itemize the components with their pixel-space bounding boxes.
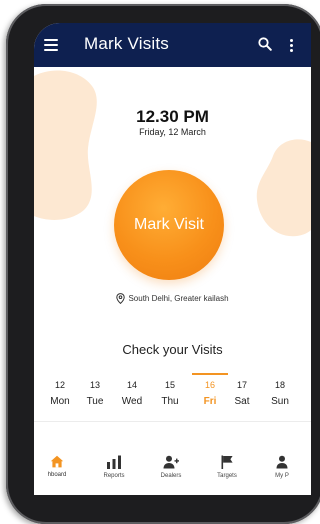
day-name: Thu	[161, 396, 179, 407]
day-selector: 12 Mon 13 Tue 14 Wed 15 Thu 16 Fri 17 Sa…	[34, 373, 311, 414]
day-name: Sat	[234, 396, 250, 407]
visits-section-title: Check your Visits	[122, 342, 223, 357]
nav-label: Dealers	[160, 473, 182, 479]
nav-item-reports[interactable]: Reports	[89, 455, 139, 479]
day-name: Fri	[203, 396, 217, 407]
decorative-blob-right	[256, 139, 311, 237]
bottom-navigation: hboard Reports Dealers Targets My P	[34, 423, 311, 495]
day-number: 12	[54, 380, 65, 390]
day-fri[interactable]: 16 Fri	[192, 373, 228, 407]
day-sun[interactable]: 18 Sun	[264, 378, 296, 407]
day-name: Mon	[50, 396, 70, 407]
home-icon	[50, 455, 64, 468]
nav-item-targets[interactable]: Targets	[202, 455, 252, 479]
more-options-icon[interactable]	[290, 39, 293, 54]
decorative-blob-left	[34, 70, 97, 220]
nav-item-my-profile[interactable]: My P	[257, 455, 307, 479]
app-screen: Mark Visits 12.30 PM Friday, 12 March Ma…	[34, 23, 311, 495]
location-pin-icon	[116, 293, 126, 305]
nav-divider	[34, 421, 311, 422]
mark-visit-button[interactable]: Mark Visit	[114, 170, 224, 280]
day-name: Wed	[121, 396, 143, 407]
day-number: 16	[204, 380, 215, 390]
nav-label: Targets	[217, 473, 237, 479]
add-user-icon	[163, 455, 179, 469]
day-thu[interactable]: 15 Thu	[154, 378, 186, 407]
day-number: 14	[126, 380, 137, 390]
day-number: 17	[236, 380, 247, 390]
nav-label: My P	[275, 473, 289, 479]
nav-item-dashboard[interactable]: hboard	[34, 455, 82, 478]
bar-chart-icon	[107, 455, 121, 469]
search-icon[interactable]	[258, 37, 272, 51]
selected-day-indicator	[192, 373, 228, 375]
nav-item-dealers[interactable]: Dealers	[146, 455, 196, 479]
nav-label: hboard	[47, 472, 67, 478]
current-date: Friday, 12 March	[139, 127, 206, 137]
day-sat[interactable]: 17 Sat	[226, 378, 258, 407]
day-number: 18	[274, 380, 285, 390]
flag-icon	[221, 455, 233, 469]
day-number: 13	[89, 380, 100, 390]
day-wed[interactable]: 14 Wed	[116, 378, 148, 407]
menu-icon[interactable]	[44, 39, 58, 54]
day-name: Sun	[271, 396, 289, 407]
day-number: 15	[164, 380, 175, 390]
nav-label: Reports	[103, 473, 125, 479]
profile-icon	[276, 455, 288, 469]
page-title: Mark Visits	[84, 34, 170, 53]
day-name: Tue	[86, 396, 104, 407]
day-tue[interactable]: 13 Tue	[79, 378, 111, 407]
current-time: 12.30 PM	[136, 107, 209, 126]
app-bar: Mark Visits	[34, 23, 311, 67]
day-mon[interactable]: 12 Mon	[44, 378, 76, 407]
location: South Delhi, Greater kailash	[34, 293, 311, 305]
location-text: South Delhi, Greater kailash	[128, 294, 229, 303]
